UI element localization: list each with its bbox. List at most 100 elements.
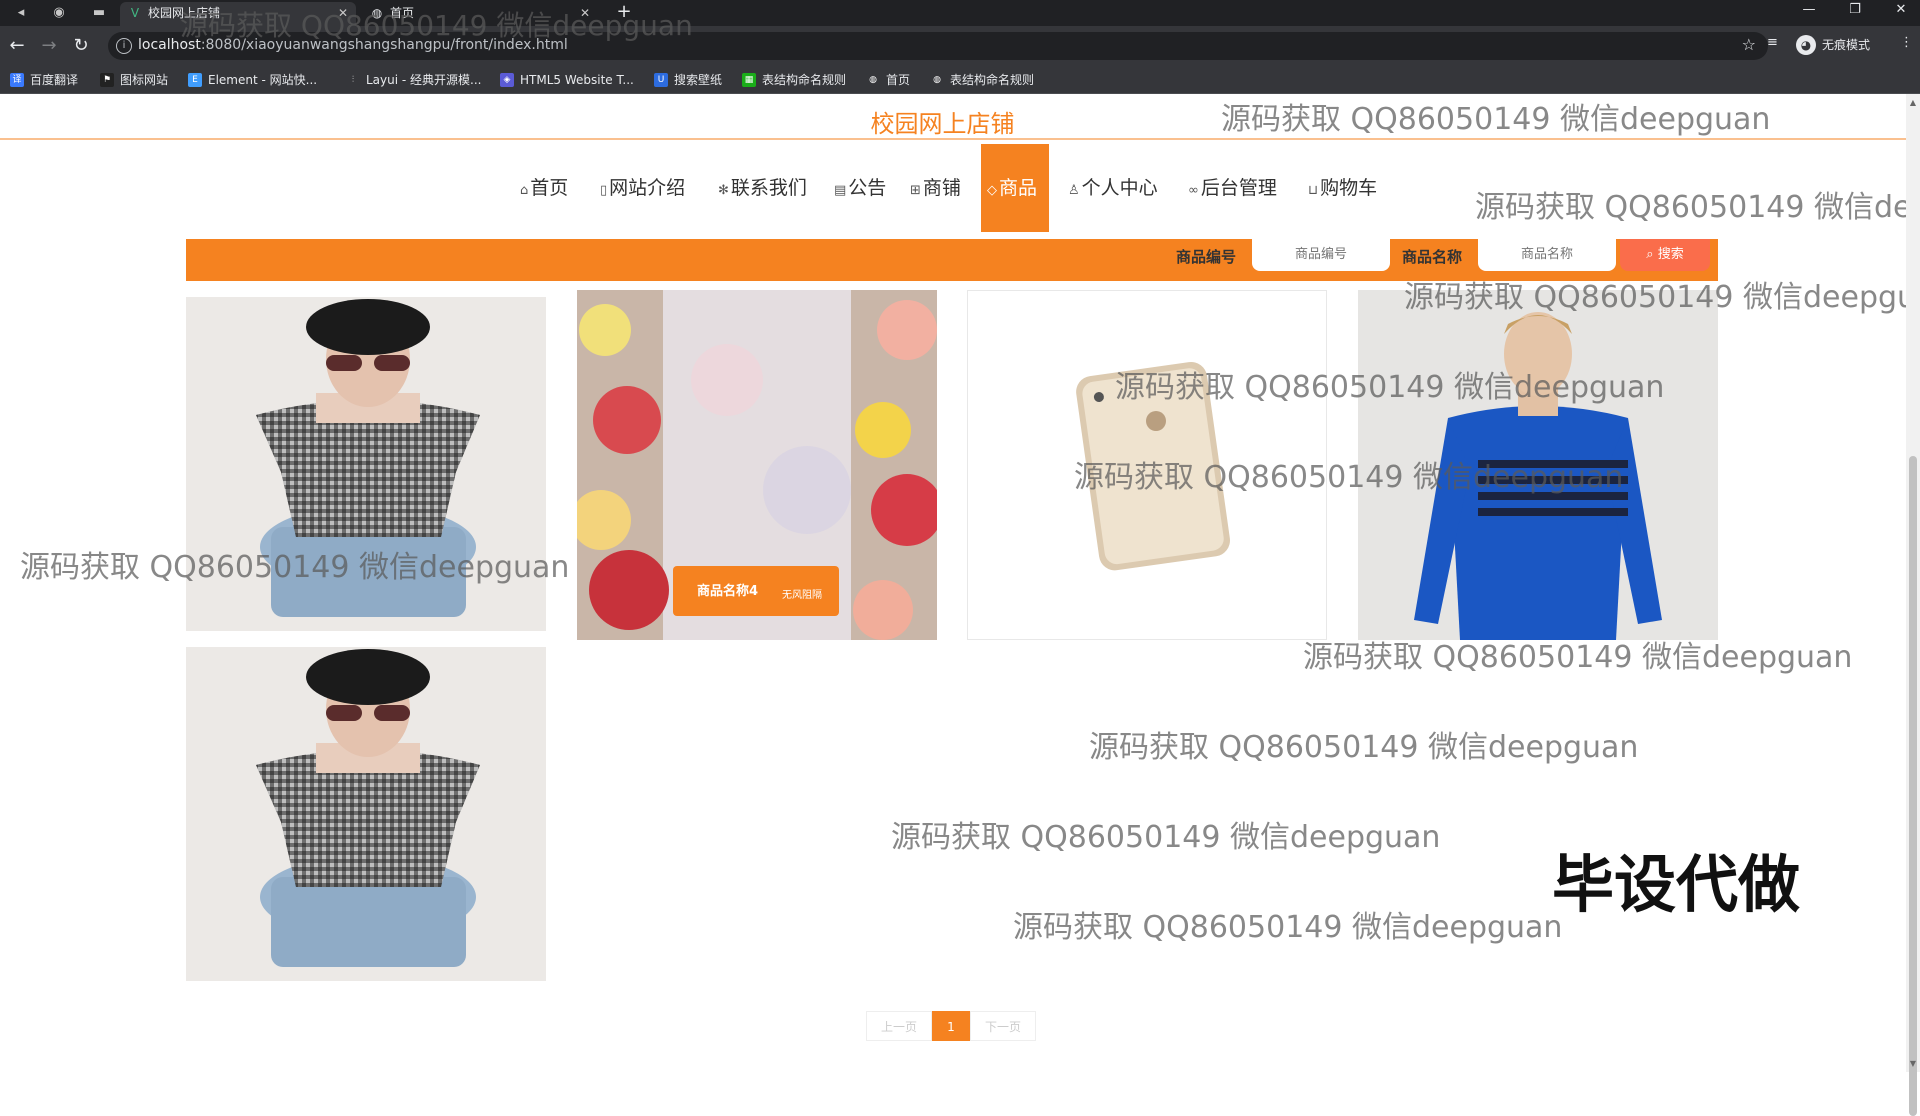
search-icon: ⌕ bbox=[1646, 247, 1658, 262]
search-label-name: 商品名称 bbox=[1402, 248, 1463, 266]
home-icon: ⌂ bbox=[520, 183, 529, 198]
woman-gingham-top-photo bbox=[186, 297, 546, 631]
bookmark-item[interactable]: ◍ 表结构命名规则 bbox=[930, 71, 1034, 89]
woman-gingham-top-photo bbox=[186, 647, 546, 981]
nav-item-notice[interactable]: ▤ 公告 bbox=[834, 144, 886, 232]
nav-item-admin[interactable]: ∞ 后台管理 bbox=[1188, 144, 1277, 232]
globe-icon: ◍ bbox=[371, 6, 383, 20]
bookmark-label: 表结构命名规则 bbox=[762, 73, 847, 87]
info-icon[interactable]: i bbox=[116, 38, 132, 54]
forward-button[interactable]: → bbox=[38, 35, 60, 57]
iphone-gold-photo bbox=[968, 291, 1326, 639]
url-host: localhost bbox=[138, 37, 201, 53]
reading-list-icon[interactable]: ≡ bbox=[1767, 35, 1778, 50]
nav-item-home[interactable]: ⌂ 首页 bbox=[520, 144, 568, 232]
cart-icon: ⊔ bbox=[1308, 183, 1319, 198]
product-card[interactable] bbox=[186, 297, 546, 631]
search-label-id: 商品编号 bbox=[1176, 248, 1237, 266]
minimize-icon[interactable]: — bbox=[1786, 0, 1832, 20]
url-path: :8080/xiaoyuanwangshangshangpu/front/ind… bbox=[200, 37, 568, 53]
search-button-label: 搜索 bbox=[1657, 247, 1684, 262]
tab-search-icon[interactable]: ▬ bbox=[90, 4, 108, 22]
search-bar: 商品编号 商品名称 ⌕ 搜索 bbox=[186, 239, 1718, 281]
page-viewport: 校园网上店铺 ⌂ 首页 ▯ 网站介绍 ✻ 联系我们 ▤ 公告 ⊞ 商铺 ◇ 商品 ♙ 个人中心… bbox=[0, 94, 1920, 1072]
restore-icon[interactable]: ❐ bbox=[1832, 0, 1878, 20]
bookmark-label: 表结构命名规则 bbox=[950, 73, 1035, 87]
product-name-input[interactable] bbox=[1478, 239, 1616, 271]
browser-logo-icon[interactable]: ◉ bbox=[50, 4, 68, 22]
bookmark-label: Layui - 经典开源模... bbox=[366, 73, 482, 87]
bookmark-item[interactable]: ⫶ Layui - 经典开源模... bbox=[346, 71, 481, 89]
browser-tab-strip: ◂ ◉ ▬ V 校园网上店铺 ✕ ◍ 首页 ✕ + — ❐ ✕ bbox=[0, 0, 1920, 26]
bookmark-star-icon[interactable]: ☆ bbox=[1742, 35, 1756, 54]
bookmark-item[interactable]: U 搜索壁纸 bbox=[654, 71, 722, 89]
more-menu-icon[interactable]: ⋮ bbox=[1900, 35, 1913, 50]
product-card[interactable] bbox=[1358, 290, 1718, 640]
close-tab-icon[interactable]: ✕ bbox=[338, 2, 348, 24]
nav-label: 联系我们 bbox=[730, 177, 807, 199]
nav-item-about[interactable]: ▯ 网站介绍 bbox=[600, 144, 685, 232]
address-toolbar: ← → ↻ i localhost:8080/xiaoyuanwangshang… bbox=[0, 26, 1920, 66]
tab-title: 校园网上店铺 bbox=[148, 6, 221, 20]
man-blue-sweater-photo bbox=[1358, 290, 1718, 640]
bookmark-label: 搜索壁纸 bbox=[674, 73, 723, 87]
new-tab-button[interactable]: + bbox=[614, 2, 634, 22]
watermark-text: 源码获取 QQ86050149 微信deepguan bbox=[1475, 190, 1920, 225]
banner-subtitle: 无风阻隔 bbox=[782, 590, 822, 601]
site-title: 校园网上店铺 bbox=[870, 110, 1015, 138]
watermark-text: 源码获取 QQ86050149 微信deepguan bbox=[1013, 910, 1563, 945]
prev-page-button[interactable]: 上一页 bbox=[866, 1011, 932, 1041]
speaker-icon[interactable]: ◂ bbox=[12, 4, 30, 22]
bookmark-label: 图标网站 bbox=[120, 73, 169, 87]
scroll-down-icon[interactable]: ▼ bbox=[1909, 1059, 1917, 1068]
address-bar[interactable]: i localhost:8080/xiaoyuanwangshangshangp… bbox=[108, 32, 1768, 60]
watermark-text: 源码获取 QQ86050149 微信deepguan bbox=[1089, 730, 1639, 765]
bookmark-item[interactable]: ◈ HTML5 Website T... bbox=[500, 71, 634, 89]
current-page-button[interactable]: 1 bbox=[932, 1011, 970, 1041]
nav-item-contact[interactable]: ✻ 联系我们 bbox=[718, 144, 807, 232]
bookmark-item[interactable]: ⚑ 图标网站 bbox=[100, 71, 168, 89]
product-card[interactable]: 商品名称4 无风阻隔 bbox=[577, 290, 937, 640]
nav-label: 个人中心 bbox=[1081, 177, 1158, 199]
nav-label: 首页 bbox=[530, 177, 569, 199]
incognito-badge[interactable]: ◕ 无痕模式 bbox=[1796, 33, 1870, 57]
bookmark-item[interactable]: ◍ 首页 bbox=[866, 71, 910, 89]
nav-item-cart[interactable]: ⊔ 购物车 bbox=[1308, 144, 1377, 232]
scrollbar-thumb[interactable] bbox=[1909, 456, 1917, 1116]
nav-label: 商铺 bbox=[922, 177, 961, 199]
nav-item-profile[interactable]: ♙ 个人中心 bbox=[1068, 144, 1158, 232]
bookmark-item[interactable]: ▦ 表结构命名规则 bbox=[742, 71, 846, 89]
banner-title: 商品名称4 bbox=[697, 584, 759, 599]
nav-item-products[interactable]: ◇ 商品 bbox=[981, 144, 1049, 232]
product-card[interactable] bbox=[186, 647, 546, 981]
close-window-icon[interactable]: ✕ bbox=[1878, 0, 1920, 20]
search-button[interactable]: ⌕ 搜索 bbox=[1620, 239, 1710, 271]
vue-logo-icon: V bbox=[130, 6, 140, 20]
nav-label: 后台管理 bbox=[1200, 177, 1277, 199]
bookmark-label: 首页 bbox=[886, 73, 911, 87]
nav-label: 公告 bbox=[848, 177, 887, 199]
bookmark-item[interactable]: 译百度翻译 bbox=[10, 71, 78, 89]
bookmark-item[interactable]: E Element - 网站快... bbox=[188, 71, 317, 89]
incognito-icon: ◕ bbox=[1796, 35, 1816, 55]
tab-home[interactable]: ◍ 首页 ✕ bbox=[362, 2, 598, 26]
incognito-label: 无痕模式 bbox=[1822, 38, 1871, 52]
title-divider bbox=[0, 138, 1906, 140]
back-button[interactable]: ← bbox=[6, 35, 28, 57]
product-id-input[interactable] bbox=[1252, 239, 1390, 271]
user-icon: ♙ bbox=[1068, 183, 1080, 198]
notice-icon: ▤ bbox=[834, 183, 847, 198]
close-tab-icon[interactable]: ✕ bbox=[580, 2, 590, 24]
next-page-button[interactable]: 下一页 bbox=[970, 1011, 1036, 1041]
nav-label: 购物车 bbox=[1320, 177, 1378, 199]
bookmarks-bar: 译百度翻译 ⚑ 图标网站 E Element - 网站快... ⫶ Layui - 经… bbox=[0, 66, 1920, 94]
page-scrollbar[interactable]: ▲ ▼ bbox=[1906, 94, 1920, 1116]
nav-item-shops[interactable]: ⊞ 商铺 bbox=[910, 144, 961, 232]
tab-title: 首页 bbox=[390, 6, 415, 20]
tab-shop[interactable]: V 校园网上店铺 ✕ bbox=[120, 2, 356, 26]
scroll-up-icon[interactable]: ▲ bbox=[1909, 98, 1917, 107]
link-icon: ∞ bbox=[1188, 183, 1199, 198]
product-card[interactable] bbox=[967, 290, 1327, 640]
grid-icon: ⊞ bbox=[910, 183, 921, 198]
reload-button[interactable]: ↻ bbox=[70, 35, 92, 57]
